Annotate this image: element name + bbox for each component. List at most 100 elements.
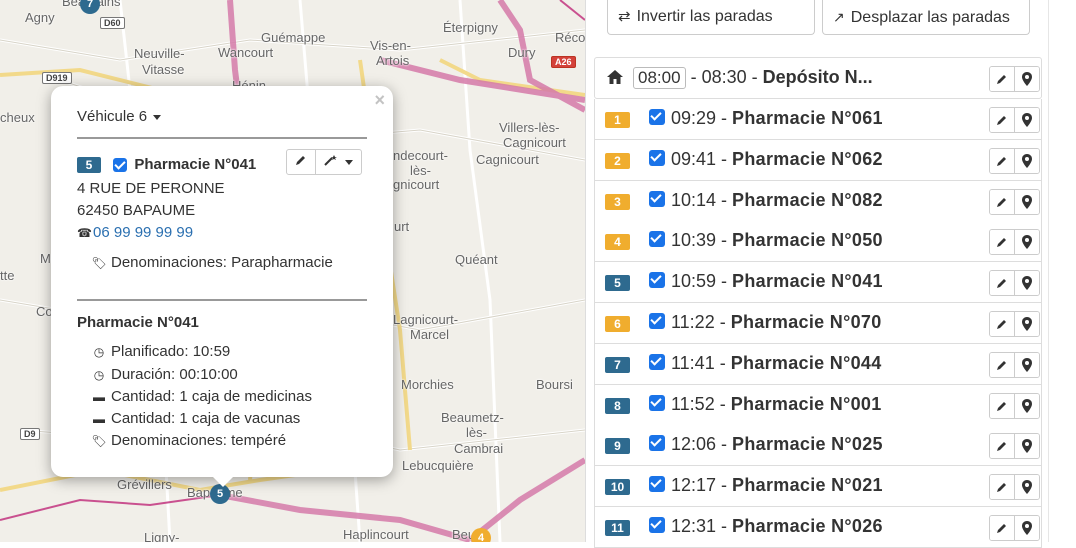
stop-text: 12:31 - Pharmacie N°026 [671,516,883,537]
map-label: Vitasse [142,62,185,77]
stop-checkbox[interactable] [649,190,665,207]
vehicle-dropdown[interactable]: Véhicule 6 [77,108,162,125]
stop-text: 11:52 - Pharmacie N°001 [671,394,882,415]
stop-row[interactable]: 3 10:14 - Pharmacie N°082 [594,180,1042,222]
close-icon[interactable]: × [374,90,385,111]
edit-button[interactable] [990,475,1014,500]
stop-checkbox[interactable] [113,158,128,173]
home-icon [607,70,623,84]
stop-name: Pharmacie N°025 [732,434,883,455]
magic-wand-icon [324,155,337,166]
stop-text: 11:41 - Pharmacie N°044 [671,353,882,374]
stop-checkbox[interactable] [649,231,665,248]
stop-row[interactable]: 5 10:59 - Pharmacie N°041 [594,262,1042,304]
stop-checkbox[interactable] [649,272,665,289]
map-label: Éterpigny [443,20,498,35]
stop-time: 10:14 [671,189,717,210]
vehicle-label: Véhicule 6 [77,108,148,125]
stop-time: 12:06 [671,434,717,455]
magic-dropdown-button[interactable] [315,150,361,174]
edit-button[interactable] [990,189,1014,214]
map-marker[interactable]: 4 [471,528,491,542]
edit-button[interactable] [990,108,1014,132]
phone-link[interactable]: 06 99 99 99 99 [93,224,193,241]
stop-checkbox[interactable] [649,109,665,125]
stop-checkbox[interactable] [649,435,665,452]
map-view[interactable]: Agny Beaurains Guémappe Éterpigny Récour… [0,0,585,542]
stop-row[interactable]: 2 09:41 - Pharmacie N°062 [594,139,1042,181]
edit-button[interactable] [990,434,1014,459]
stop-checkbox[interactable] [649,313,665,329]
locate-button[interactable] [1014,516,1039,540]
depot-row: 08:00 - 08:30 - Depósito N... [594,57,1042,99]
locate-button[interactable] [1014,271,1039,296]
map-label: urt [394,219,410,234]
map-marker-icon [1022,480,1032,495]
locate-button[interactable] [1014,148,1039,173]
planned-line: ◷ Planificado: 10:59 [91,343,231,360]
locate-button[interactable] [1014,108,1039,132]
stop-actions [989,351,1040,378]
edit-button[interactable] [990,352,1014,377]
locate-button[interactable] [1014,393,1039,418]
tag-icon: 🏷︎ [91,256,107,270]
stop-name: Pharmacie N°082 [732,189,883,210]
edit-button[interactable] [990,148,1014,173]
stop-actions [989,311,1040,337]
depot-actions [989,66,1040,92]
locate-button[interactable] [1014,434,1039,459]
visit-denominations-text: Denominaciones: tempéré [111,432,287,449]
stop-checkbox[interactable] [649,394,665,411]
stop-row[interactable]: 8 11:52 - Pharmacie N°001 [594,384,1042,426]
stop-row[interactable]: 10 12:17 - Pharmacie N°021 [594,466,1042,508]
stop-row[interactable]: 1 09:29 - Pharmacie N°061 [594,99,1042,140]
road-shield: D919 [42,72,72,84]
map-marker-icon [1022,276,1032,291]
edit-button[interactable] [990,312,1014,336]
stop-checkbox[interactable] [649,149,665,166]
stop-name: Pharmacie N°070 [730,312,882,332]
stop-row[interactable]: 9 12:06 - Pharmacie N°025 [594,425,1042,467]
stop-checkbox[interactable] [649,353,665,370]
stop-time: 09:29 [671,108,717,128]
locate-button[interactable] [1014,352,1039,377]
stop-badge: 11 [605,520,630,536]
visit-title: Pharmacie N°041 [77,314,199,331]
locate-button[interactable] [1014,312,1039,336]
stop-name: Pharmacie N°061 [732,108,883,128]
invert-stops-button[interactable]: ⇄ Invertir las paradas [607,0,815,35]
locate-button[interactable] [1014,189,1039,214]
shuffle-icon: ⇄ [618,8,631,25]
map-label: Lebucquière [402,458,474,473]
edit-button[interactable] [990,67,1014,91]
road-shield: D60 [100,17,125,29]
edit-button[interactable] [990,516,1014,540]
pencil-icon [997,238,1006,248]
stop-name: Pharmacie N°041 [732,271,883,292]
pencil-icon [997,197,1006,207]
locate-button[interactable] [1014,67,1039,91]
map-marker[interactable]: 5 [210,484,230,504]
locate-button[interactable] [1014,475,1039,500]
stop-row[interactable]: 4 10:39 - Pharmacie N°050 [594,221,1042,263]
pencil-icon [296,156,305,165]
map-label: Récourt [555,30,585,45]
pencil-icon [997,401,1006,411]
stop-checkbox[interactable] [649,476,665,493]
edit-button[interactable] [287,150,315,174]
external-link-icon: ↗ [833,9,845,25]
locate-button[interactable] [1014,230,1039,255]
stop-row[interactable]: 7 11:41 - Pharmacie N°044 [594,343,1042,385]
edit-button[interactable] [990,393,1014,418]
scrollbar[interactable] [1048,0,1049,542]
tag-icon: 🏷︎ [91,434,107,448]
pencil-icon [997,156,1006,166]
edit-button[interactable] [990,230,1014,255]
dash: - [716,108,733,128]
map-label: Quéant [455,252,498,267]
stop-checkbox[interactable] [649,517,665,533]
edit-button[interactable] [990,271,1014,296]
move-stops-button[interactable]: ↗ Desplazar las paradas [822,0,1030,35]
stop-time: 12:31 [671,516,717,536]
stop-row[interactable]: 6 11:22 - Pharmacie N°070 [594,303,1042,344]
